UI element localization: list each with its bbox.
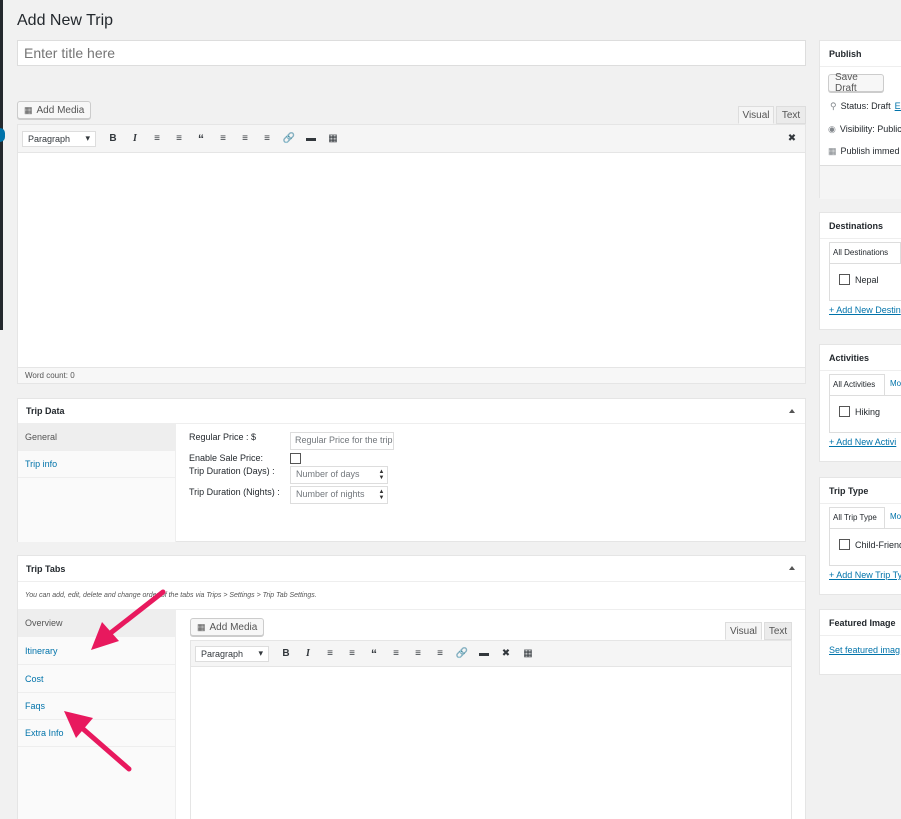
- annotation-arrow-top: [91, 589, 166, 650]
- annotation-arrows: [64, 589, 166, 772]
- annotation-arrow-bottom: [64, 711, 132, 772]
